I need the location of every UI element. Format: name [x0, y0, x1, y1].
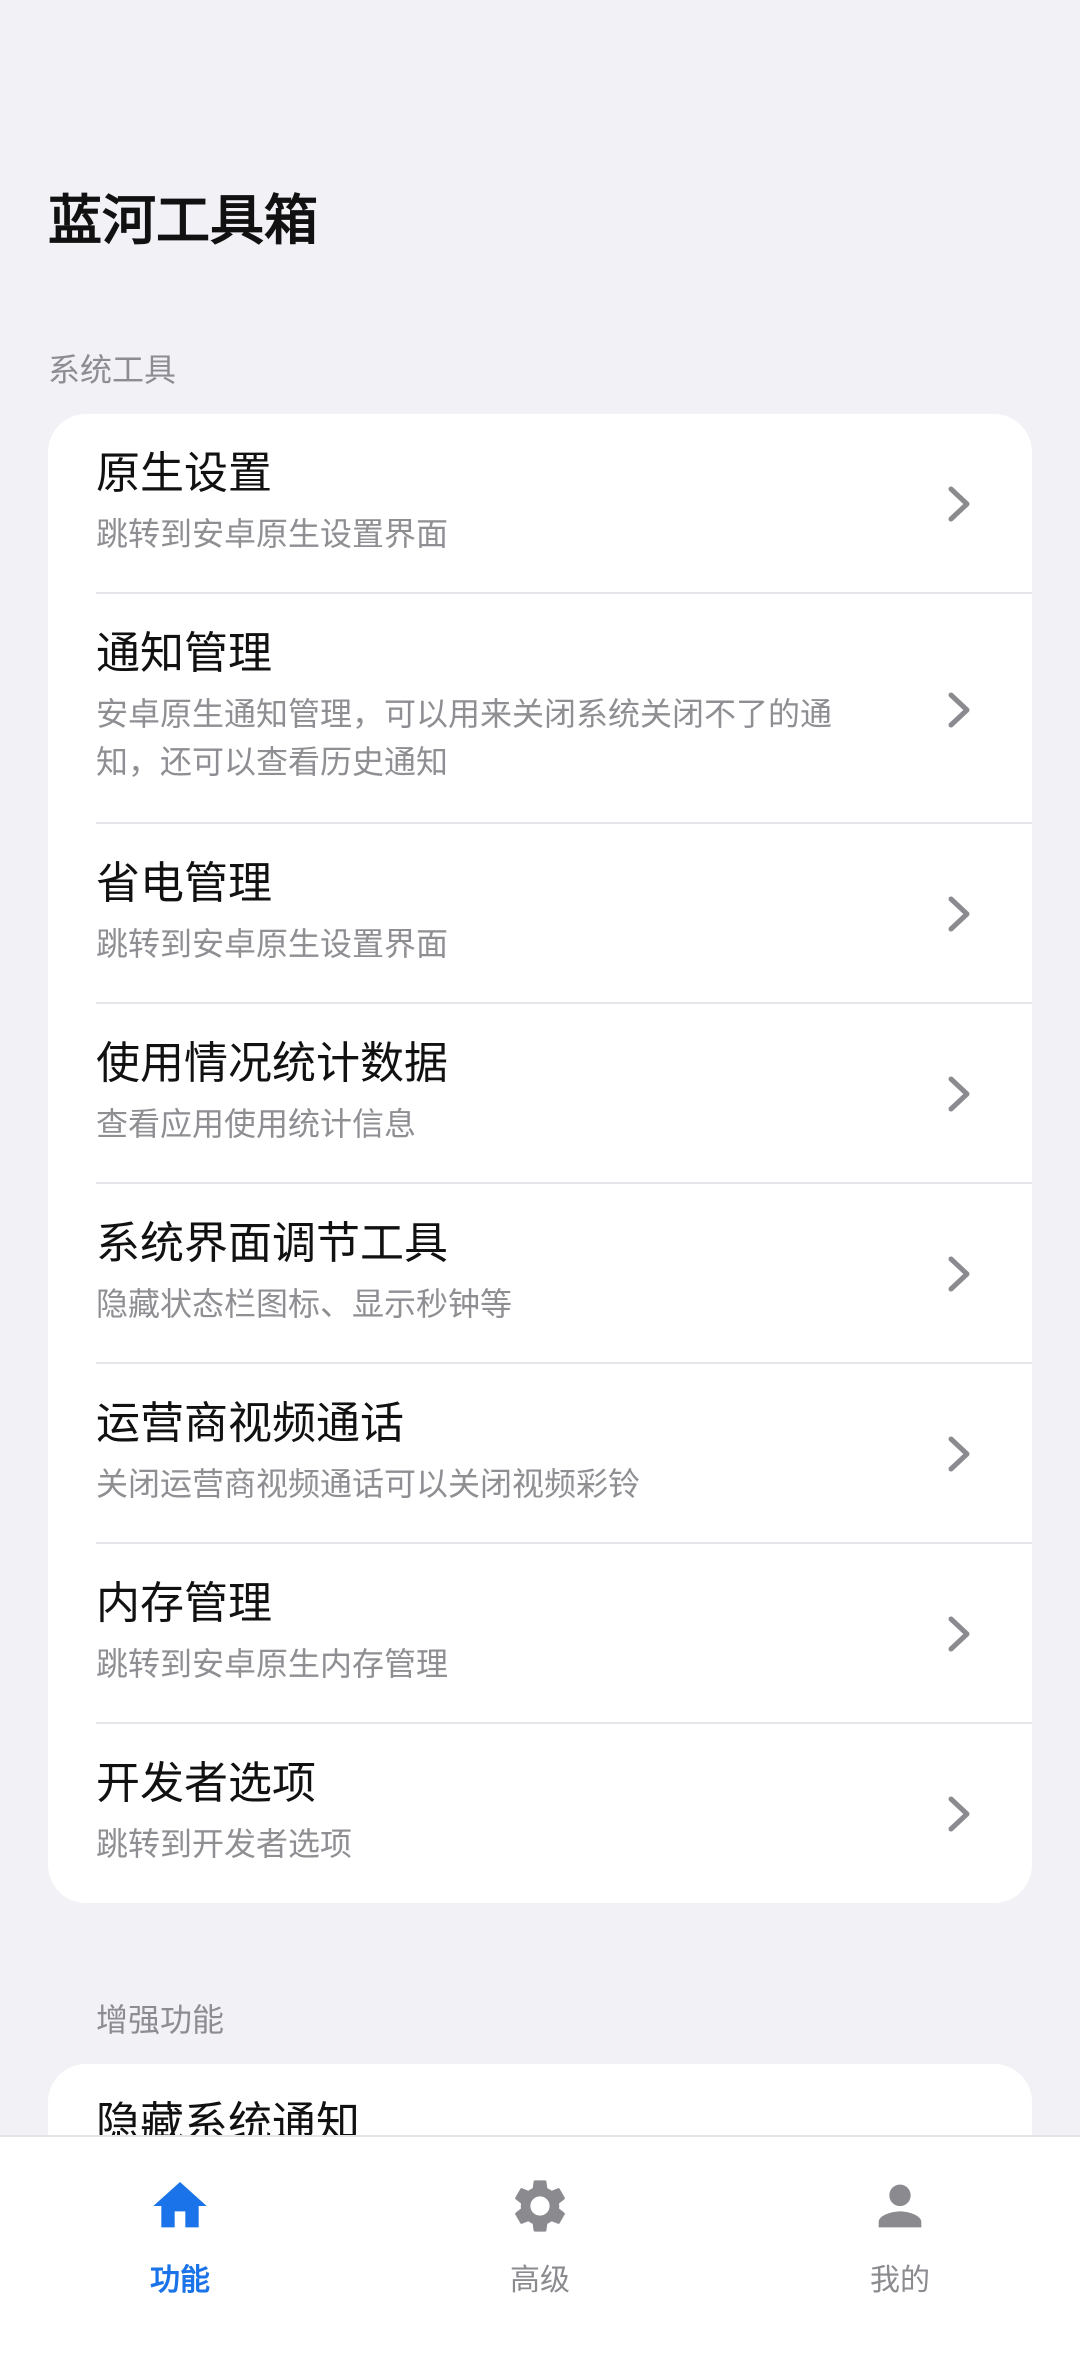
section-label-system-tools: 系统工具 — [48, 351, 177, 389]
list-item-title: 使用情况统计数据 — [96, 1038, 448, 1089]
nav-tab-mine[interactable]: 我的 — [720, 2137, 1080, 2375]
nav-tab-label: 高级 — [510, 2263, 570, 2298]
chevron-right-icon — [948, 692, 970, 728]
list-item-subtitle: 查看应用使用统计信息 — [96, 1105, 417, 1143]
nav-tab-label: 功能 — [150, 2263, 210, 2298]
list-item-subtitle: 隐藏状态栏图标、显示秒钟等 — [96, 1285, 513, 1323]
home-icon — [153, 2182, 207, 2228]
list-item-memory-management[interactable]: 内存管理 跳转到安卓原生内存管理 — [48, 1544, 1032, 1724]
list-item-title: 开发者选项 — [96, 1758, 316, 1809]
chevron-right-icon — [948, 1436, 970, 1472]
list-item-usage-statistics[interactable]: 使用情况统计数据 查看应用使用统计信息 — [48, 1004, 1032, 1184]
chevron-right-icon — [948, 1076, 970, 1112]
list-item-title: 省电管理 — [96, 858, 272, 909]
list-item-subtitle: 跳转到开发者选项 — [96, 1825, 353, 1863]
list-item-subtitle: 关闭运营商视频通话可以关闭视频彩铃 — [96, 1465, 641, 1503]
list-item-subtitle: 跳转到安卓原生内存管理 — [96, 1645, 449, 1683]
page-title: 蓝河工具箱 — [48, 189, 318, 252]
list-item-power-saving[interactable]: 省电管理 跳转到安卓原生设置界面 — [48, 824, 1032, 1004]
list-item-subtitle: 跳转到安卓原生设置界面 — [96, 515, 449, 553]
nav-tab-label: 我的 — [870, 2263, 930, 2298]
gear-icon — [515, 2180, 565, 2232]
list-item-developer-options[interactable]: 开发者选项 跳转到开发者选项 — [48, 1724, 1032, 1903]
nav-tab-advanced[interactable]: 高级 — [360, 2137, 720, 2375]
section-label-enhanced-features: 增强功能 — [96, 2001, 225, 2039]
list-item-native-settings[interactable]: 原生设置 跳转到安卓原生设置界面 — [48, 414, 1032, 594]
list-item-subtitle: 安卓原生通知管理，可以用来关闭系统关闭不了的通知，还可以查看历史通知 — [96, 695, 833, 781]
list-item-title: 运营商视频通话 — [96, 1398, 404, 1449]
system-tools-card: 原生设置 跳转到安卓原生设置界面 通知管理 安卓原生通知管理，可以用来关闭系统关… — [48, 414, 1032, 1903]
list-item-subtitle: 跳转到安卓原生设置界面 — [96, 925, 449, 963]
nav-tab-features[interactable]: 功能 — [0, 2137, 360, 2375]
list-item-title: 系统界面调节工具 — [96, 1218, 448, 1269]
list-item-title: 通知管理 — [96, 628, 272, 679]
chevron-right-icon — [948, 486, 970, 522]
chevron-right-icon — [948, 896, 970, 932]
chevron-right-icon — [948, 1796, 970, 1832]
chevron-right-icon — [948, 1256, 970, 1292]
list-item-notification-management[interactable]: 通知管理 安卓原生通知管理，可以用来关闭系统关闭不了的通知，还可以查看历史通知 — [48, 594, 1032, 824]
bottom-navigation: 功能 高级 我的 — [0, 2135, 1080, 2375]
list-item-system-ui-tuner[interactable]: 系统界面调节工具 隐藏状态栏图标、显示秒钟等 — [48, 1184, 1032, 1364]
person-icon — [878, 2184, 922, 2228]
list-item-title: 内存管理 — [96, 1578, 272, 1629]
list-item-title: 原生设置 — [96, 448, 272, 499]
list-item-carrier-video-call[interactable]: 运营商视频通话 关闭运营商视频通话可以关闭视频彩铃 — [48, 1364, 1032, 1544]
chevron-right-icon — [948, 1616, 970, 1652]
